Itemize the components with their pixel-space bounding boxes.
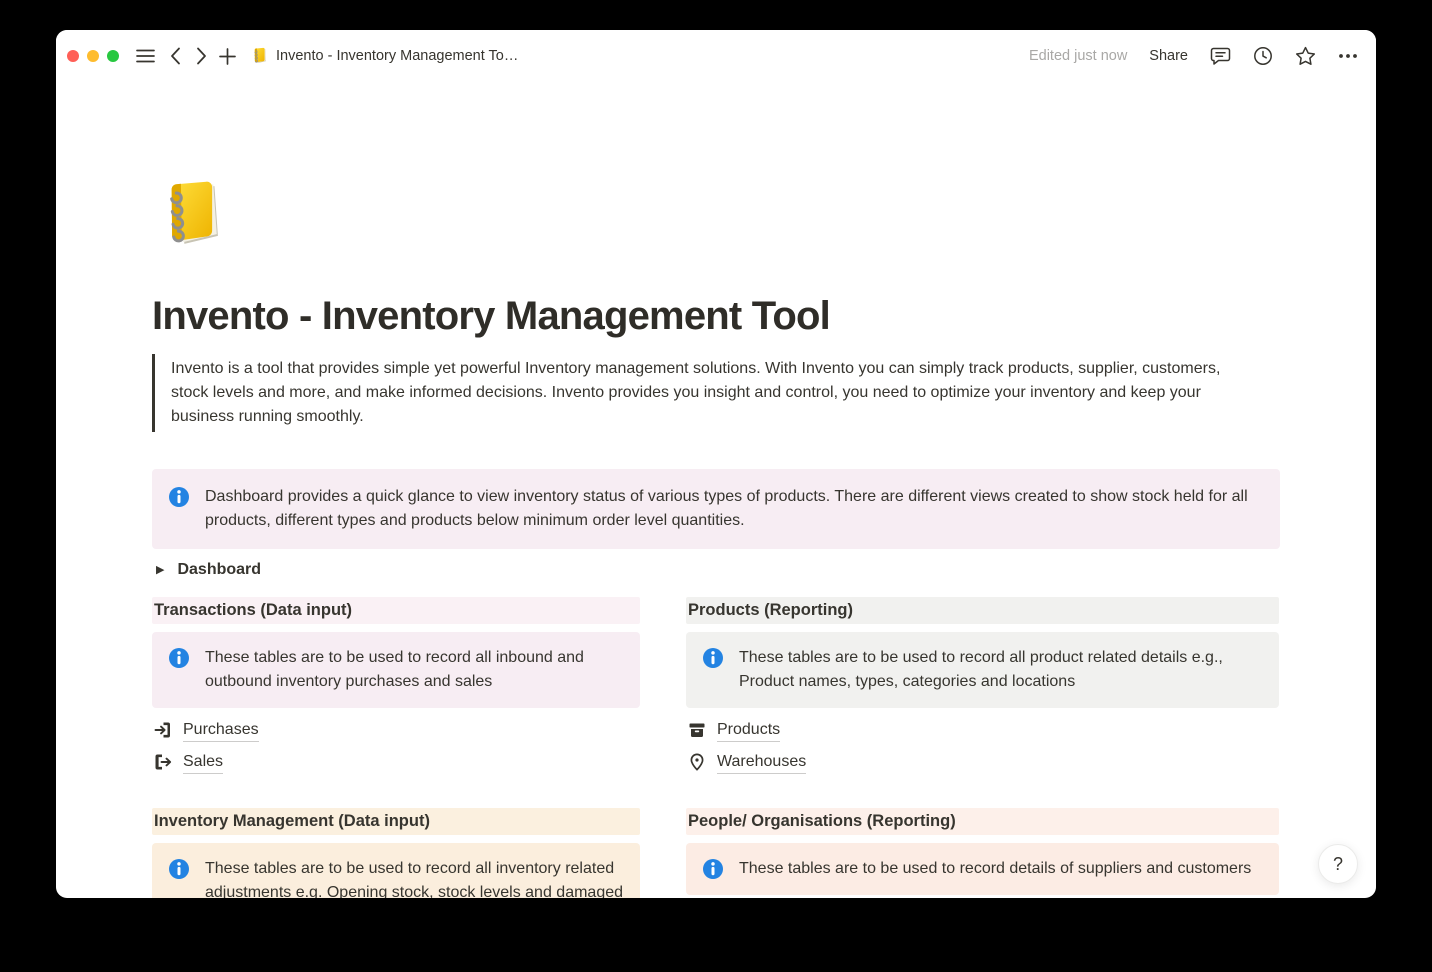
close-window-icon[interactable] [67, 50, 79, 62]
inventory-management-callout-text: These tables are to be used to record al… [205, 857, 624, 898]
columns-row-2: Inventory Management (Data input) These … [152, 808, 1280, 898]
dashboard-callout: Dashboard provides a quick glance to vie… [152, 469, 1280, 549]
section-header-products: Products (Reporting) [686, 597, 1279, 624]
page-link-products[interactable]: Products [686, 714, 780, 746]
title-bar: Invento - Inventory Management To… Edite… [56, 30, 1376, 82]
page-emoji-icon[interactable] [152, 178, 226, 252]
page-content: Invento - Inventory Management Tool Inve… [56, 178, 1376, 898]
page-link-warehouses[interactable]: Warehouses [686, 746, 806, 778]
columns-row-1: Transactions (Data input) These tables a… [152, 597, 1280, 778]
edited-status: Edited just now [1029, 48, 1127, 64]
section-products: Products (Reporting) These tables are to… [686, 597, 1279, 778]
transactions-callout: These tables are to be used to record al… [152, 632, 640, 708]
page-title: Invento - Inventory Management Tool [152, 290, 1280, 342]
purchases-link-label: Purchases [183, 719, 259, 742]
dashboard-toggle[interactable]: ▶ Dashboard [152, 559, 265, 581]
favorite-star-icon[interactable] [1295, 46, 1316, 66]
section-header-people-organisations: People/ Organisations (Reporting) [686, 808, 1279, 835]
exit-door-icon [154, 753, 172, 771]
page-link-sales[interactable]: Sales [152, 746, 223, 778]
app-window: Invento - Inventory Management To… Edite… [56, 30, 1376, 898]
section-inventory-management: Inventory Management (Data input) These … [152, 808, 640, 898]
products-link-label: Products [717, 719, 780, 742]
inventory-management-callout: These tables are to be used to record al… [152, 843, 640, 898]
traffic-lights [67, 50, 119, 62]
tab-title-text: Invento - Inventory Management To… [276, 48, 518, 64]
section-header-inventory-management: Inventory Management (Data input) [152, 808, 640, 835]
page-link-purchases[interactable]: Purchases [152, 714, 259, 746]
dashboard-callout-text: Dashboard provides a quick glance to vie… [205, 485, 1264, 533]
transactions-callout-text: These tables are to be used to record al… [205, 646, 624, 694]
products-callout-text: These tables are to be used to record al… [739, 646, 1263, 694]
tab-title: Invento - Inventory Management To… [250, 47, 518, 65]
back-icon[interactable] [170, 47, 181, 65]
toggle-label: Dashboard [177, 561, 261, 579]
archive-box-icon [688, 721, 706, 739]
forward-icon[interactable] [196, 47, 207, 65]
comments-icon[interactable] [1210, 46, 1231, 66]
location-pin-icon [688, 753, 706, 771]
section-header-transactions: Transactions (Data input) [152, 597, 640, 624]
info-icon [168, 486, 190, 508]
sales-link-label: Sales [183, 751, 223, 774]
toggle-triangle-icon[interactable]: ▶ [156, 563, 164, 576]
help-button[interactable]: ? [1318, 844, 1358, 884]
enter-door-icon [154, 721, 172, 739]
info-icon [168, 858, 190, 880]
products-callout: These tables are to be used to record al… [686, 632, 1279, 708]
minimize-window-icon[interactable] [87, 50, 99, 62]
history-clock-icon[interactable] [1253, 46, 1273, 66]
notebook-icon [250, 47, 268, 65]
info-icon [702, 858, 724, 880]
maximize-window-icon[interactable] [107, 50, 119, 62]
info-icon [702, 647, 724, 669]
people-organisations-callout: These tables are to be used to record de… [686, 843, 1279, 895]
section-transactions: Transactions (Data input) These tables a… [152, 597, 640, 778]
warehouses-link-label: Warehouses [717, 751, 806, 774]
people-organisations-callout-text: These tables are to be used to record de… [739, 857, 1251, 881]
info-icon [168, 647, 190, 669]
section-people-organisations: People/ Organisations (Reporting) These … [686, 808, 1279, 898]
more-options-icon[interactable] [1338, 53, 1358, 59]
intro-quote: Invento is a tool that provides simple y… [152, 354, 1250, 432]
hamburger-menu-icon[interactable] [136, 48, 155, 64]
share-button[interactable]: Share [1149, 48, 1188, 64]
new-tab-icon[interactable] [219, 48, 236, 65]
